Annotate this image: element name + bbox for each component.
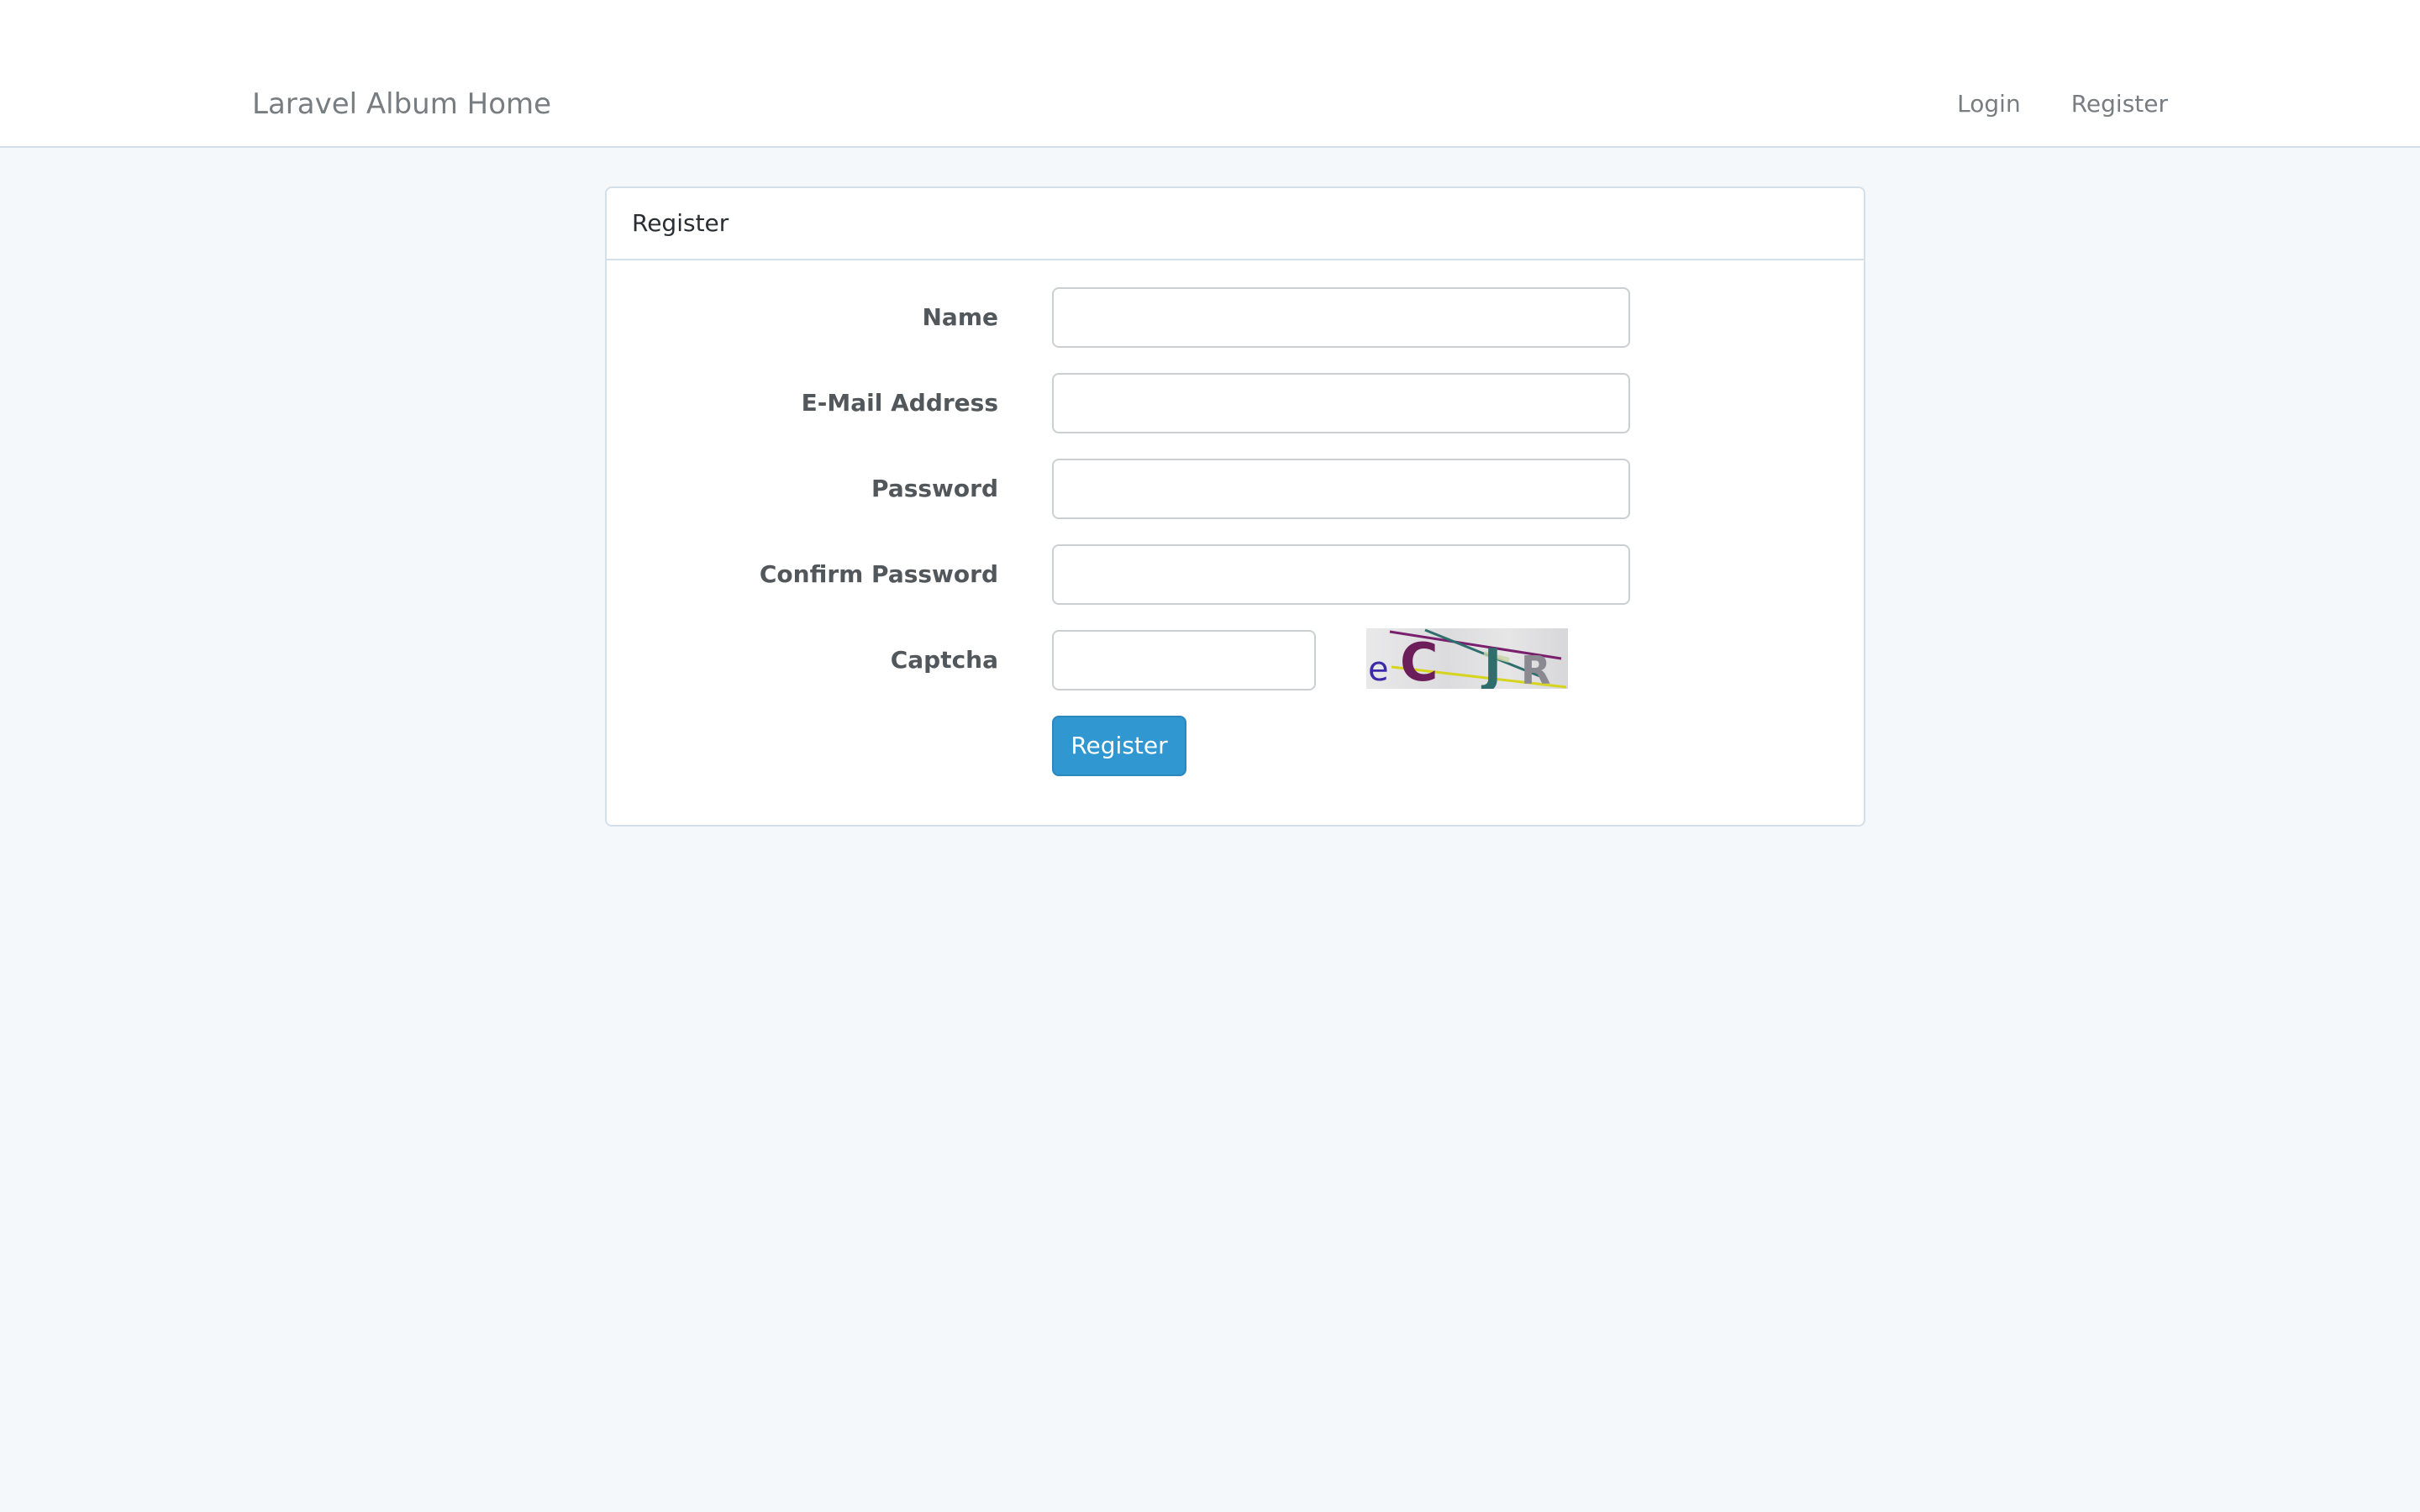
captcha-char-2: C <box>1400 632 1439 689</box>
brand-link[interactable]: Laravel Album Home <box>252 86 551 123</box>
confirm-password-label: Confirm Password <box>759 560 998 588</box>
name-input[interactable] <box>1052 287 1630 348</box>
captcha-char-4: R <box>1521 648 1550 689</box>
confirm-password-input[interactable] <box>1052 544 1630 605</box>
captcha-input[interactable] <box>1052 630 1316 690</box>
name-label: Name <box>922 303 999 331</box>
navbar: Laravel Album Home Login Register <box>0 0 2420 148</box>
register-panel: Register Name E-Mail Address Password Co… <box>605 186 1865 827</box>
panel-heading: Register <box>607 188 1864 260</box>
captcha-char-3: J <box>1481 639 1502 689</box>
captcha-char-1: e <box>1368 650 1389 689</box>
nav-links: Login Register <box>1957 87 2168 121</box>
password-input[interactable] <box>1052 459 1630 519</box>
email-input[interactable] <box>1052 373 1630 433</box>
email-label: E-Mail Address <box>801 389 998 417</box>
nav-register-link[interactable]: Register <box>2071 87 2168 121</box>
captcha-image[interactable]: e C J R <box>1366 628 1568 689</box>
panel-title: Register <box>632 209 729 237</box>
register-button[interactable]: Register <box>1052 716 1186 776</box>
password-label: Password <box>871 475 998 502</box>
captcha-label: Captcha <box>890 646 998 674</box>
nav-login-link[interactable]: Login <box>1957 87 2021 121</box>
